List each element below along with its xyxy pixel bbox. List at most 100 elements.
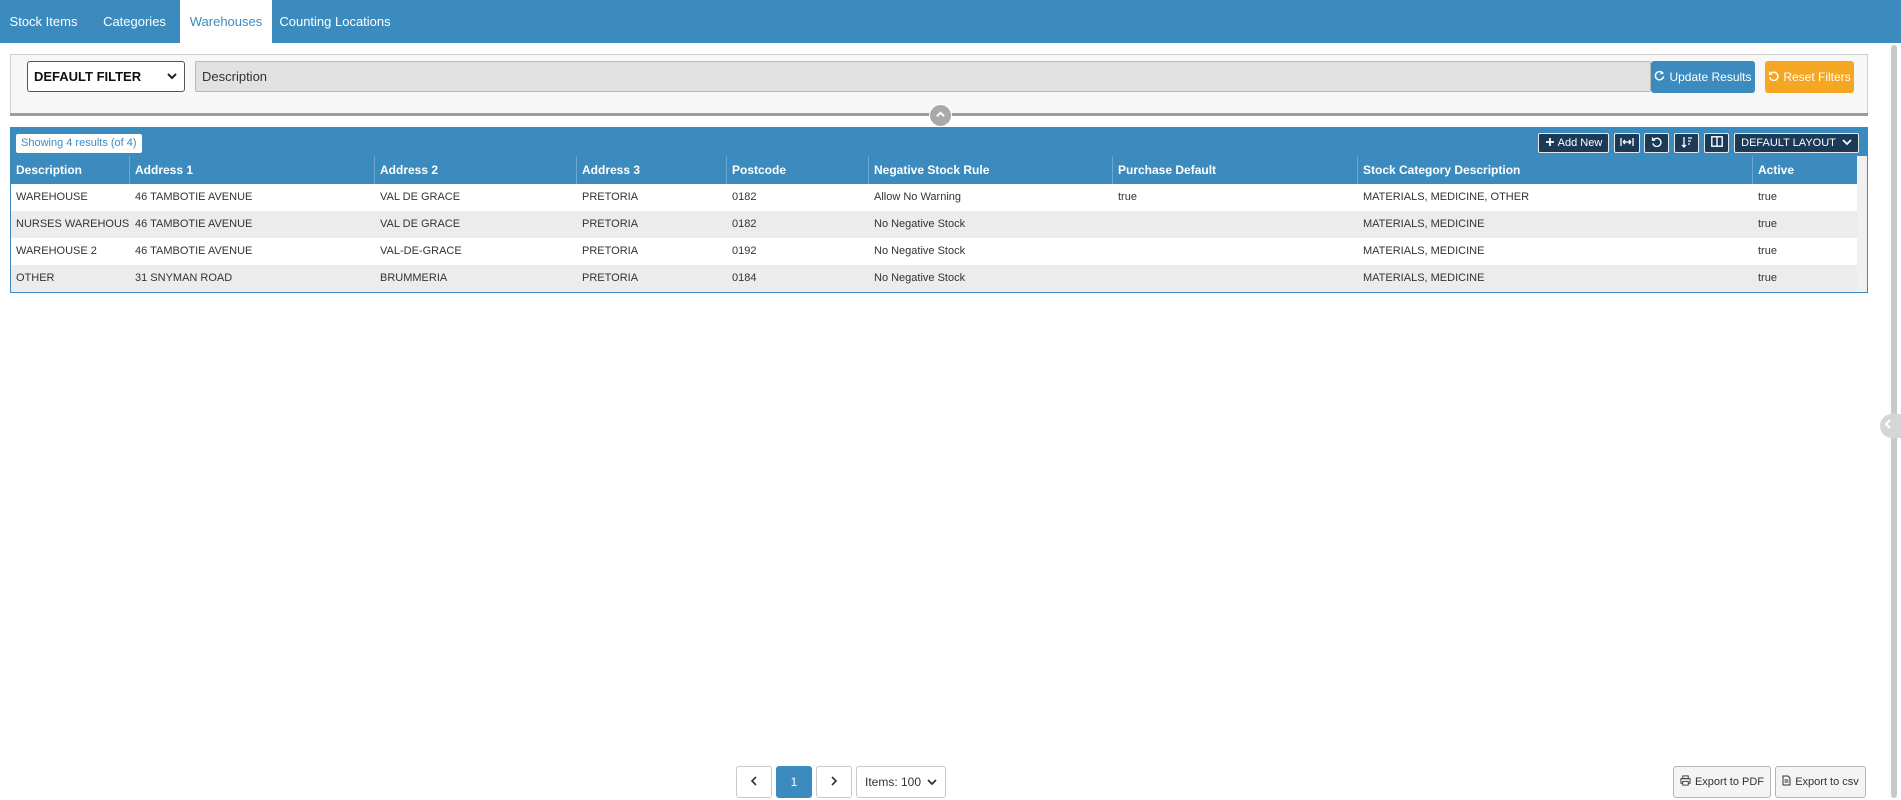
export-pdf-label: Export to PDF [1694, 776, 1765, 788]
column-header-description[interactable]: Description [11, 156, 130, 184]
cell-address-1: 31 SNYMAN ROAD [135, 272, 233, 284]
cell-purchase-default [1113, 211, 1358, 238]
refresh-icon [1654, 70, 1665, 84]
next-page-button[interactable] [816, 766, 852, 798]
cell-address-3: PRETORIA [582, 272, 639, 284]
add-new-label: Add New [1557, 137, 1603, 149]
top-tab-bar: Stock Items Categories Warehouses Counti… [0, 0, 1901, 43]
page-button-current[interactable]: 1 [776, 766, 812, 798]
grid-toolbar: Showing 4 results (of 4) Add New DEFAULT… [11, 128, 1867, 156]
cell-postcode: 0182 [732, 191, 757, 203]
table-row[interactable]: NURSES WAREHOUSE 46 TAMBOTIE AVENUE VAL … [11, 211, 1857, 238]
table-row[interactable]: WAREHOUSE 46 TAMBOTIE AVENUE VAL DE GRAC… [11, 184, 1857, 211]
previous-page-button[interactable] [736, 766, 772, 798]
export-csv-button[interactable]: Export to csv [1775, 766, 1866, 798]
column-header-negative-stock-rule[interactable]: Negative Stock Rule [869, 156, 1113, 184]
reset-filters-button[interactable]: Reset Filters [1765, 61, 1854, 93]
chevron-down-icon [927, 775, 937, 789]
description-filter-input[interactable]: Description [195, 61, 1651, 92]
grid-header-row: Description Address 1 Address 2 Address … [11, 156, 1857, 184]
layout-select[interactable]: DEFAULT LAYOUT [1734, 133, 1859, 153]
side-panel-toggle[interactable] [1880, 414, 1901, 438]
fit-columns-button[interactable] [1614, 133, 1640, 153]
grid-scrollbar[interactable] [1857, 156, 1867, 292]
results-count: Showing 4 results (of 4) [16, 134, 142, 153]
cell-active: true [1758, 191, 1777, 203]
columns-button[interactable] [1704, 133, 1729, 153]
cell-negative-stock-rule: No Negative Stock [874, 245, 966, 257]
cell-description: WAREHOUSE [16, 191, 88, 203]
undo-icon [1651, 136, 1662, 150]
reset-filters-label: Reset Filters [1783, 70, 1851, 84]
chevron-down-icon [166, 62, 178, 101]
undo-icon [1768, 70, 1780, 84]
tab-stock-items[interactable]: Stock Items [0, 0, 87, 43]
column-header-address-2[interactable]: Address 2 [375, 156, 577, 184]
cell-active: true [1758, 272, 1777, 284]
chevron-down-icon [1842, 137, 1852, 149]
column-header-active[interactable]: Active [1753, 156, 1857, 184]
export-csv-label: Export to csv [1795, 776, 1859, 788]
column-header-address-1[interactable]: Address 1 [130, 156, 375, 184]
collapse-filter-button[interactable] [929, 104, 952, 127]
file-icon [1782, 775, 1791, 789]
cell-description: WAREHOUSE 2 [16, 245, 97, 257]
plus-icon [1545, 137, 1555, 150]
tab-counting-locations[interactable]: Counting Locations [278, 0, 392, 43]
column-header-postcode[interactable]: Postcode [727, 156, 869, 184]
cell-negative-stock-rule: No Negative Stock [874, 272, 966, 284]
update-results-label: Update Results [1669, 70, 1752, 84]
expand-width-icon [1620, 137, 1634, 150]
cell-active: true [1758, 245, 1777, 257]
cell-postcode: 0182 [732, 218, 757, 230]
table-row[interactable]: OTHER 31 SNYMAN ROAD BRUMMERIA PRETORIA … [11, 265, 1857, 292]
items-per-page-value: Items: 100 [865, 775, 922, 789]
chevron-left-icon [749, 775, 759, 790]
cell-address-3: PRETORIA [582, 191, 639, 203]
column-header-purchase-default[interactable]: Purchase Default [1113, 156, 1358, 184]
update-results-button[interactable]: Update Results [1651, 61, 1755, 93]
cell-address-2: BRUMMERIA [380, 272, 448, 284]
cell-address-1: 46 TAMBOTIE AVENUE [135, 245, 253, 257]
chevron-left-icon [1883, 417, 1893, 435]
export-pdf-button[interactable]: Export to PDF [1673, 766, 1771, 798]
cell-postcode: 0184 [732, 272, 757, 284]
tab-categories[interactable]: Categories [95, 0, 174, 43]
cell-stock-category-description: MATERIALS, MEDICINE [1363, 245, 1485, 257]
cell-address-2: VAL DE GRACE [380, 218, 461, 230]
cell-negative-stock-rule: Allow No Warning [874, 191, 962, 203]
cell-purchase-default [1113, 238, 1358, 265]
cell-description: OTHER [16, 272, 55, 284]
cell-address-1: 46 TAMBOTIE AVENUE [135, 191, 253, 203]
cell-address-2: VAL DE GRACE [380, 191, 461, 203]
cell-description: NURSES WAREHOUSE [16, 218, 130, 230]
items-per-page-select[interactable]: Items: 100 [856, 766, 946, 798]
cell-purchase-default [1113, 265, 1358, 292]
column-header-address-3[interactable]: Address 3 [577, 156, 727, 184]
cell-address-2: VAL-DE-GRACE [380, 245, 462, 257]
cell-stock-category-description: MATERIALS, MEDICINE [1363, 272, 1485, 284]
cell-negative-stock-rule: No Negative Stock [874, 218, 966, 230]
chevron-right-icon [829, 775, 839, 790]
cell-address-3: PRETORIA [582, 245, 639, 257]
cell-stock-category-description: MATERIALS, MEDICINE [1363, 218, 1485, 230]
reset-layout-button[interactable] [1644, 133, 1669, 153]
cell-address-3: PRETORIA [582, 218, 639, 230]
add-new-button[interactable]: Add New [1538, 133, 1609, 153]
sort-icon [1681, 136, 1693, 151]
print-icon [1680, 775, 1691, 789]
sort-button[interactable] [1674, 133, 1699, 153]
tab-warehouses[interactable]: Warehouses [180, 0, 272, 43]
cell-postcode: 0192 [732, 245, 757, 257]
cell-active: true [1758, 218, 1777, 230]
cell-stock-category-description: MATERIALS, MEDICINE, OTHER [1363, 191, 1530, 203]
chevron-up-icon [935, 107, 946, 125]
warehouses-grid: Showing 4 results (of 4) Add New DEFAULT… [10, 127, 1868, 293]
layout-select-value: DEFAULT LAYOUT [1741, 137, 1836, 149]
cell-address-1: 46 TAMBOTIE AVENUE [135, 218, 253, 230]
cell-purchase-default: true [1118, 191, 1137, 203]
column-header-stock-category-description[interactable]: Stock Category Description [1358, 156, 1753, 184]
table-row[interactable]: WAREHOUSE 2 46 TAMBOTIE AVENUE VAL-DE-GR… [11, 238, 1857, 265]
filter-select[interactable]: DEFAULT FILTER [27, 61, 185, 92]
filter-select-value: DEFAULT FILTER [34, 69, 142, 84]
